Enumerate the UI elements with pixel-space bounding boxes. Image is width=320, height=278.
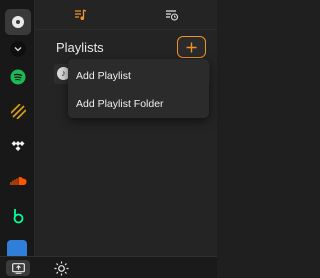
add-menu: Add Playlist Add Playlist Folder <box>68 59 209 118</box>
plus-icon <box>186 42 197 52</box>
stripes-rail-button[interactable] <box>5 98 31 124</box>
add-playlist-button[interactable] <box>177 36 206 58</box>
tidal-rail-button[interactable] <box>5 133 31 159</box>
source-rail <box>0 0 35 256</box>
panel-tabs <box>35 0 217 30</box>
screen-upload-icon <box>11 262 25 274</box>
theme-toggle-button[interactable] <box>53 260 69 276</box>
main-panel: Playlists ♪ <box>35 0 217 256</box>
collapse-rail-button[interactable] <box>10 41 26 57</box>
spotify-rail-button[interactable] <box>5 64 31 90</box>
panel-title: Playlists <box>56 40 104 55</box>
beatport-rail-button[interactable] <box>5 203 31 229</box>
menu-item-add-playlist[interactable]: Add Playlist <box>68 63 209 89</box>
chevron-down-icon <box>14 47 22 52</box>
bottom-bar <box>0 256 217 278</box>
tab-list-clock[interactable] <box>126 0 217 29</box>
disc-icon <box>12 16 24 28</box>
list-clock-icon <box>166 9 178 21</box>
soundcloud-rail-button[interactable] <box>5 168 31 194</box>
stripes-icon <box>10 103 26 119</box>
tidal-icon <box>11 141 25 151</box>
spotify-icon <box>10 69 26 85</box>
app-rail-button[interactable] <box>7 240 27 256</box>
sun-icon <box>54 261 68 275</box>
menu-item-add-playlist-folder[interactable]: Add Playlist Folder <box>68 91 209 117</box>
screen-upload-button[interactable] <box>6 260 30 276</box>
tab-music-list[interactable] <box>35 0 126 29</box>
music-list-icon <box>75 8 87 20</box>
soundcloud-icon <box>9 176 26 185</box>
beatport-icon <box>13 208 24 223</box>
library-rail-button[interactable] <box>5 9 31 35</box>
